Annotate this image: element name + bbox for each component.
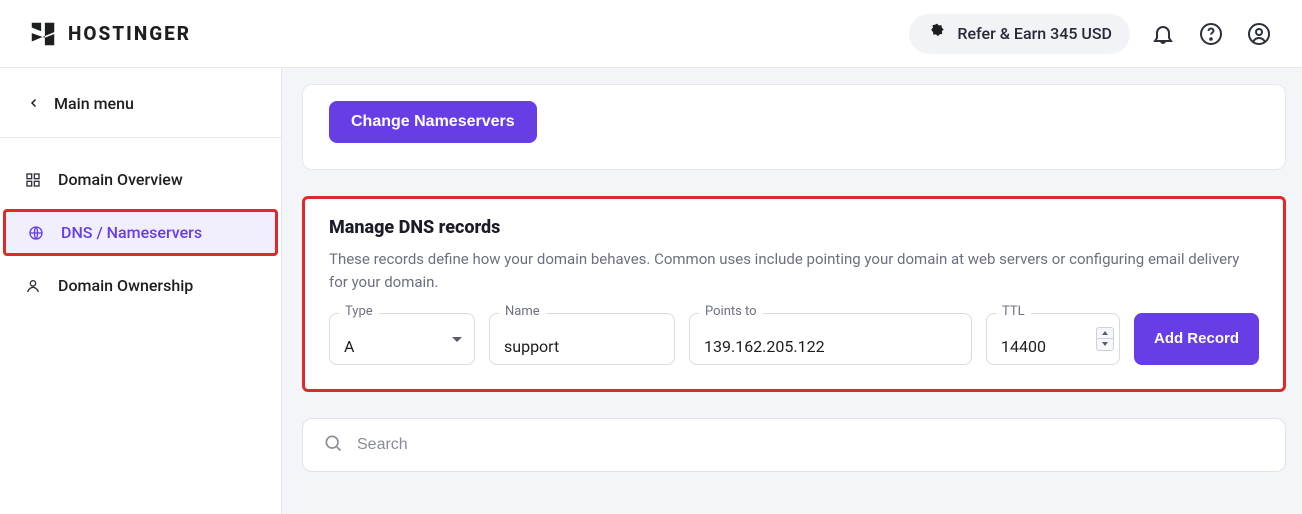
header-actions: Refer & Earn 345 USD [909,14,1274,54]
sidebar: Main menu Domain Overview DNS / Nameserv… [0,68,282,514]
refer-earn-label: Refer & Earn 345 USD [957,24,1112,43]
main-menu-label: Main menu [54,94,134,113]
dns-name-field: Name [489,313,675,365]
dns-type-field: Type A [329,313,475,365]
dns-points-to-field: Points to [689,313,972,365]
grid-icon [24,171,42,189]
sidebar-divider [0,137,281,138]
dns-ttl-field: TTL [986,313,1120,365]
ttl-stepper-up-icon[interactable] [1097,328,1113,339]
dns-points-to-label: Points to [699,304,763,319]
top-header: HOSTINGER Refer & Earn 345 USD [0,0,1302,68]
account-icon[interactable] [1244,19,1274,49]
brand-logo[interactable]: HOSTINGER [28,19,191,49]
ttl-stepper-down-icon[interactable] [1097,338,1113,350]
sidebar-item-domain-ownership[interactable]: Domain Ownership [0,262,281,309]
sidebar-item-label: Domain Overview [58,170,183,189]
badge-icon [927,22,947,46]
logo-mark-icon [28,19,58,49]
dns-search-wrap[interactable] [302,418,1286,472]
sidebar-item-dns-nameservers[interactable]: DNS / Nameservers [3,209,278,256]
sidebar-item-label: DNS / Nameservers [61,223,202,242]
dns-type-select[interactable]: A [329,313,475,365]
back-to-main-menu[interactable]: Main menu [0,94,281,113]
manage-dns-card: Manage DNS records These records define … [302,196,1286,392]
brand-name: HOSTINGER [68,22,191,45]
refer-earn-pill[interactable]: Refer & Earn 345 USD [909,14,1130,54]
dns-search-card [302,418,1286,472]
change-nameservers-button[interactable]: Change Nameservers [329,101,537,143]
person-icon [24,277,42,295]
help-icon[interactable] [1196,19,1226,49]
dns-add-record-form: Type A Name Points to [329,313,1259,365]
ttl-stepper[interactable] [1096,327,1114,351]
dns-name-input[interactable] [489,313,675,365]
dns-section-title: Manage DNS records [329,217,1259,238]
content-area: Change Nameservers Manage DNS records Th… [282,68,1302,514]
sidebar-item-label: Domain Ownership [58,276,193,295]
nameservers-card: Change Nameservers [302,84,1286,170]
notifications-icon[interactable] [1148,19,1178,49]
sidebar-item-domain-overview[interactable]: Domain Overview [0,156,281,203]
dns-section-description: These records define how your domain beh… [329,248,1259,295]
dns-ttl-label: TTL [996,304,1031,319]
add-record-button[interactable]: Add Record [1134,313,1259,365]
dns-type-label: Type [339,304,379,319]
chevron-left-icon [28,94,40,113]
globe-dns-icon [27,224,45,242]
dns-search-input[interactable] [357,436,1265,454]
dns-name-label: Name [499,304,546,319]
dns-points-to-input[interactable] [689,313,972,365]
search-icon [323,433,343,457]
